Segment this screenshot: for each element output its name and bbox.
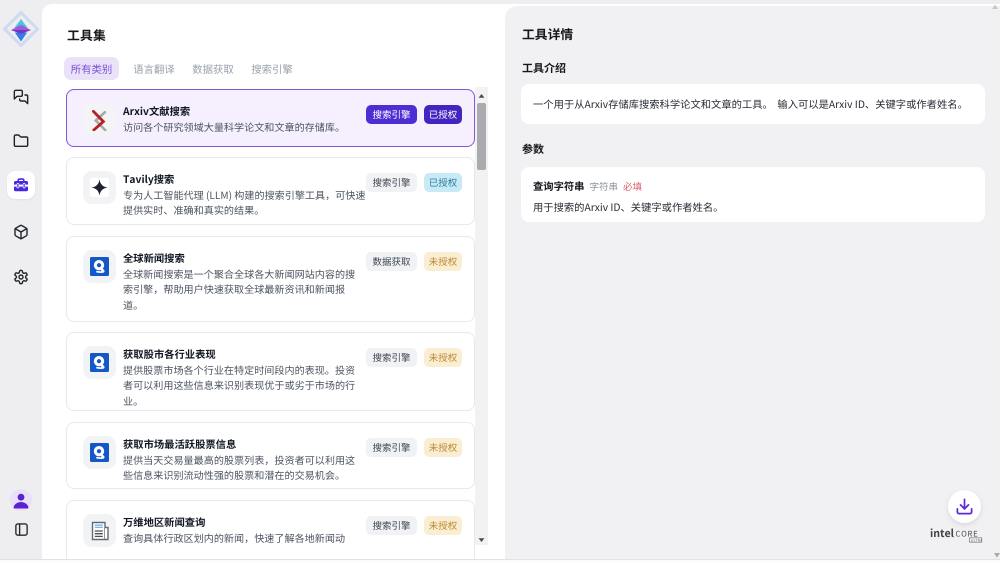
svg-text:intel: intel: [930, 526, 955, 541]
svg-text:ULTRA: ULTRA: [971, 537, 983, 542]
